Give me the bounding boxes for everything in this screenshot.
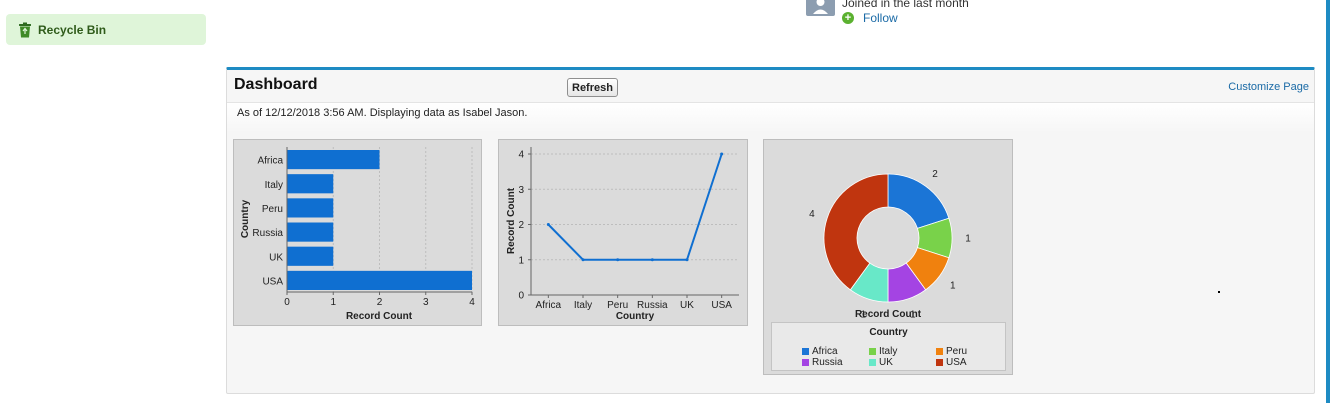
bar-category-label: Italy (265, 180, 283, 191)
line-y-tick-label: 0 (518, 291, 524, 302)
bar-chart: Africa Italy Peru Russia UK USA 0 1 2 3 4 Record … (240, 147, 475, 322)
legend-item-italy[interactable]: Italy (869, 346, 897, 357)
legend-label: USA (946, 357, 967, 368)
line-point-italy[interactable] (581, 258, 585, 262)
joined-text: Joined in the last month (842, 0, 969, 10)
bar-category-label: USA (262, 276, 283, 287)
legend-item-usa[interactable]: USA (936, 357, 967, 368)
plus-icon: + (842, 12, 854, 24)
bar-category-label: Peru (262, 204, 283, 215)
bar-africa[interactable] (287, 150, 380, 170)
refresh-button[interactable]: Refresh (567, 78, 618, 97)
dashboard-panel: Dashboard Refresh Customize Page As of 1… (226, 67, 1315, 394)
line-point-uk[interactable] (685, 258, 689, 262)
donut-slice-label: 1 (950, 281, 956, 292)
bar-category-label: UK (269, 252, 283, 263)
bar-y-axis-label: Country (240, 199, 251, 238)
legend-label: UK (879, 357, 893, 368)
stray-dot (1218, 291, 1220, 293)
donut-x-axis-label: Record Count (855, 309, 922, 320)
donut-legend: Country Africa Italy Peru Russia UK USA (771, 322, 1006, 371)
donut-chart-component[interactable]: 211114 Record Count Country Africa Italy P… (763, 139, 1013, 375)
legend-swatch (802, 359, 809, 366)
donut-slice-label: 1 (965, 234, 971, 245)
donut-chart: 211114 Record Count (809, 169, 971, 321)
customize-page-link[interactable]: Customize Page (1228, 81, 1309, 93)
legend-swatch (936, 348, 943, 355)
line-point-russia[interactable] (650, 258, 654, 262)
bar-x-tick-label: 0 (284, 297, 290, 308)
legend-item-russia[interactable]: Russia (802, 357, 843, 368)
scroll-accent-bar (1326, 0, 1330, 403)
legend-label: Italy (879, 346, 898, 357)
bar-usa[interactable] (287, 270, 472, 290)
legend-label: Peru (946, 346, 968, 357)
legend-item-peru[interactable]: Peru (936, 346, 967, 357)
legend-swatch (802, 348, 809, 355)
line-category-label: Russia (637, 300, 668, 311)
bar-x-tick-label: 1 (330, 297, 336, 308)
bar-category-label: Africa (257, 156, 283, 167)
line-series (547, 153, 723, 261)
line-y-axis-label: Record Count (506, 187, 517, 254)
legend-swatch (869, 348, 876, 355)
legend-item-africa[interactable]: Africa (802, 346, 838, 357)
recycle-bin-label: Recycle Bin (38, 22, 107, 37)
line-category-label: UK (680, 300, 694, 311)
dashboard-title: Dashboard (234, 76, 318, 93)
bar-russia[interactable] (287, 222, 334, 242)
bar-x-axis-label: Record Count (346, 311, 413, 322)
follow-link[interactable]: + Follow (842, 11, 898, 25)
bar-x-tick-label: 3 (423, 297, 429, 308)
bar-x-tick-label: 4 (469, 297, 475, 308)
line-category-label: Italy (574, 300, 592, 311)
line-category-label: Africa (536, 300, 562, 311)
legend-swatch (869, 359, 876, 366)
recycle-bin-link[interactable]: Recycle Bin (6, 14, 206, 45)
line-chart-component[interactable]: 0 1 2 3 4 Africa Italy Peru Russia UK USA Country… (498, 139, 748, 326)
line-point-usa[interactable] (720, 152, 724, 156)
donut-slice-label: 2 (932, 169, 938, 180)
legend-item-uk[interactable]: UK (869, 357, 893, 368)
follow-label: Follow (863, 11, 898, 25)
line-y-tick-label: 3 (518, 185, 524, 196)
line-y-tick-label: 1 (518, 255, 524, 266)
recycle-bin-icon (19, 22, 31, 37)
bar-category-label: Russia (252, 228, 283, 239)
line-category-label: Peru (607, 300, 628, 311)
donut-slice-africa[interactable] (887, 173, 950, 229)
legend-label: Africa (812, 346, 838, 357)
bar-x-tick-label: 2 (377, 297, 383, 308)
donut-slice-label: 4 (809, 209, 815, 220)
legend-swatch (936, 359, 943, 366)
bar-italy[interactable] (287, 174, 334, 194)
as-of-text: As of 12/12/2018 3:56 AM. Displaying dat… (237, 107, 528, 119)
user-silhouette-icon (813, 0, 828, 14)
legend-title: Country (869, 327, 908, 338)
line-y-tick-label: 4 (518, 150, 524, 161)
user-avatar[interactable] (806, 0, 835, 16)
line-point-peru[interactable] (616, 258, 620, 262)
legend-label: Russia (812, 357, 843, 368)
bar-uk[interactable] (287, 246, 334, 266)
line-chart: 0 1 2 3 4 Africa Italy Peru Russia UK USA Country… (506, 147, 739, 322)
bar-peru[interactable] (287, 198, 334, 218)
bar-chart-component[interactable]: Africa Italy Peru Russia UK USA 0 1 2 3 4 Record … (233, 139, 482, 326)
line-x-axis-label: Country (616, 311, 655, 322)
line-point-africa[interactable] (546, 223, 550, 226)
line-category-label: USA (711, 300, 732, 311)
line-y-tick-label: 2 (518, 220, 524, 231)
